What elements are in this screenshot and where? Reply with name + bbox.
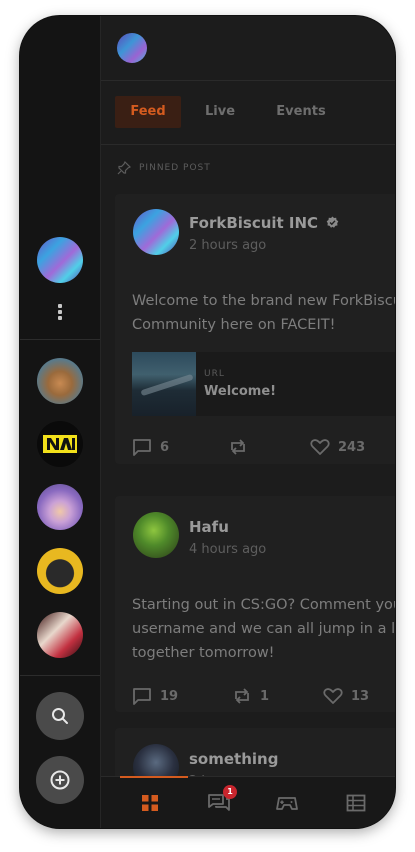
post-timestamp: 4 hours ago bbox=[189, 542, 267, 557]
post-author-text[interactable]: ForkBiscuit INC bbox=[189, 214, 318, 232]
repost-icon bbox=[235, 688, 249, 704]
add-community-button[interactable] bbox=[36, 756, 84, 804]
like-button[interactable]: 243 bbox=[310, 438, 365, 456]
current-community-avatar[interactable] bbox=[37, 237, 83, 283]
like-button[interactable]: 13 bbox=[323, 687, 369, 705]
navi-logo-icon bbox=[43, 435, 77, 453]
comment-button[interactable]: 6 bbox=[132, 438, 169, 456]
community-avatar-cat[interactable] bbox=[37, 358, 83, 404]
like-count: 13 bbox=[351, 688, 370, 704]
post-text-line-3: together tomorrow! bbox=[132, 645, 275, 661]
repost-icon bbox=[231, 439, 245, 455]
post-author-name[interactable]: something bbox=[189, 750, 278, 768]
verified-badge-icon bbox=[327, 216, 339, 228]
comment-count: 6 bbox=[160, 439, 170, 455]
plus-circle-icon bbox=[50, 770, 70, 790]
search-button[interactable] bbox=[36, 692, 84, 740]
bottom-navigation: 1 bbox=[101, 776, 395, 828]
post-author-name[interactable]: ForkBiscuit INC bbox=[189, 214, 339, 232]
like-count: 243 bbox=[338, 439, 366, 455]
post-author-avatar[interactable] bbox=[133, 512, 179, 558]
post-author-name[interactable]: Hafu bbox=[189, 518, 229, 536]
post-author-avatar[interactable] bbox=[133, 209, 179, 255]
feed-grid-icon bbox=[142, 795, 158, 811]
rail-divider-bottom bbox=[20, 675, 100, 676]
heart-icon bbox=[310, 439, 330, 455]
post-text-line-1: Welcome to the brand new ForkBiscu bbox=[132, 293, 395, 309]
phone-frame: Feed Live Events PINNED POST ForkBiscuit… bbox=[20, 16, 395, 828]
tab-feed[interactable]: Feed bbox=[115, 96, 181, 128]
link-title: Welcome! bbox=[204, 384, 277, 399]
repost-button[interactable] bbox=[228, 438, 256, 456]
tab-live[interactable]: Live bbox=[197, 96, 243, 128]
community-rail bbox=[20, 16, 101, 828]
community-avatar-teletubby[interactable] bbox=[37, 484, 83, 530]
rail-divider bbox=[20, 339, 100, 340]
link-thumbnail bbox=[132, 352, 196, 416]
nav-feed[interactable] bbox=[120, 776, 188, 828]
community-avatar-anime[interactable] bbox=[37, 612, 83, 658]
post-text-line-1: Starting out in CS:GO? Comment you bbox=[132, 597, 395, 613]
pin-icon bbox=[117, 161, 131, 175]
more-options-icon[interactable] bbox=[58, 304, 62, 322]
top-bar bbox=[101, 16, 395, 81]
gamepad-icon bbox=[276, 797, 298, 810]
community-avatar-navi[interactable] bbox=[37, 421, 83, 467]
comment-icon bbox=[133, 439, 151, 456]
post-card-pinned: ForkBiscuit INC 2 hours ago Welcome to t… bbox=[115, 194, 395, 464]
nav-matches[interactable] bbox=[257, 777, 317, 828]
post-text-line-2: Community here on FACEIT! bbox=[132, 317, 336, 333]
search-icon bbox=[52, 708, 68, 724]
comment-button[interactable]: 19 bbox=[132, 687, 178, 705]
tab-bar: Feed Live Events bbox=[101, 80, 395, 145]
nav-leaderboard[interactable] bbox=[326, 777, 386, 828]
repost-count: 1 bbox=[260, 688, 270, 704]
comment-count: 19 bbox=[160, 688, 179, 704]
community-main: Feed Live Events PINNED POST ForkBiscuit… bbox=[101, 16, 395, 828]
post-text-line-2: username and we can all jump in a lo bbox=[132, 621, 395, 637]
pinned-post-label: PINNED POST bbox=[139, 163, 211, 173]
repost-button[interactable]: 1 bbox=[232, 687, 269, 705]
link-type-label: URL bbox=[204, 369, 225, 379]
notification-badge: 1 bbox=[223, 785, 237, 799]
post-card: Hafu 4 hours ago Starting out in CS:GO? … bbox=[115, 496, 395, 712]
comment-icon bbox=[133, 688, 151, 705]
link-preview[interactable]: URL Welcome! bbox=[132, 352, 395, 416]
post-timestamp: 2 hours ago bbox=[189, 238, 267, 253]
community-header-avatar[interactable] bbox=[117, 33, 147, 63]
tab-events[interactable]: Events bbox=[267, 96, 335, 128]
heart-icon bbox=[323, 688, 343, 704]
community-avatar-pug[interactable] bbox=[37, 548, 83, 594]
nav-chat[interactable]: 1 bbox=[189, 777, 249, 828]
table-icon bbox=[346, 794, 366, 812]
